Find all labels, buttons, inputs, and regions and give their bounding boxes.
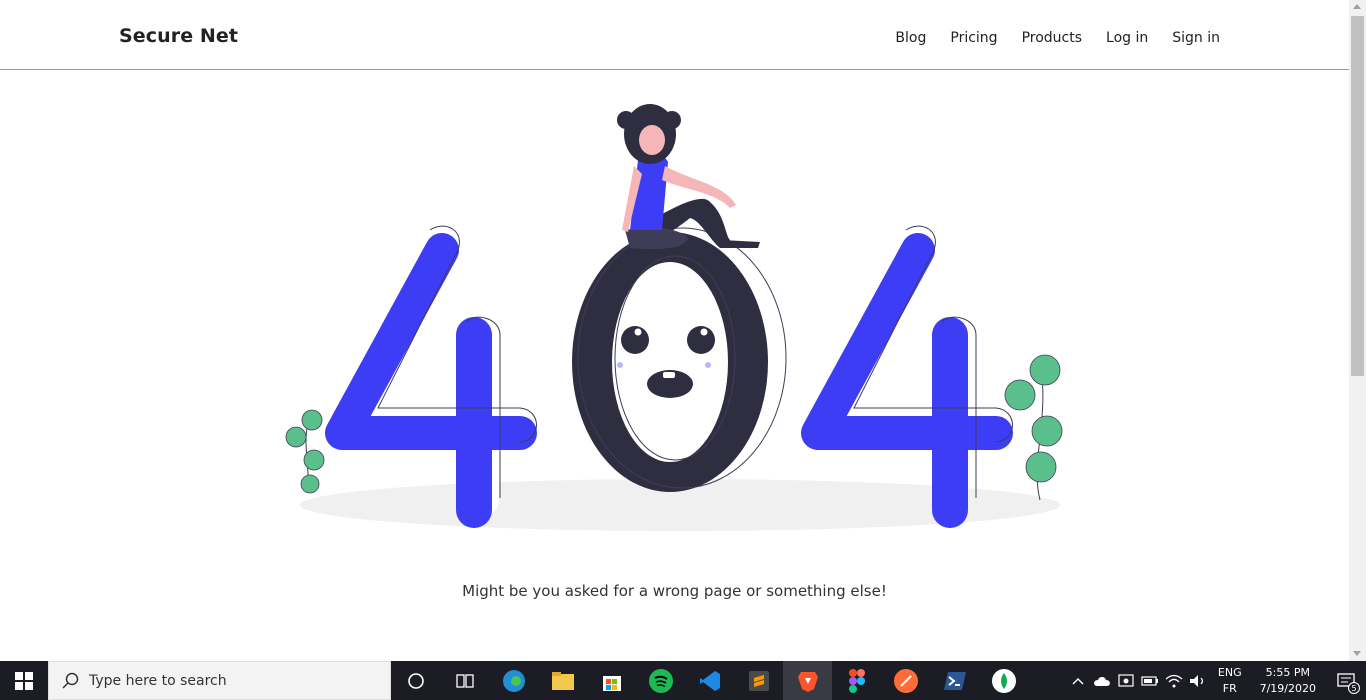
error-message: Might be you asked for a wrong page or s… xyxy=(462,582,887,600)
clock-time: 5:55 PM xyxy=(1265,665,1310,679)
page-scrollbar[interactable] xyxy=(1349,0,1366,661)
error-404-illustration xyxy=(285,104,1063,531)
figma-icon[interactable] xyxy=(832,661,881,700)
volume-icon[interactable] xyxy=(1186,661,1210,700)
security-icon[interactable] xyxy=(1114,661,1138,700)
digit-four-right xyxy=(801,233,1013,528)
nav-products[interactable]: Products xyxy=(1022,30,1082,46)
right-plant xyxy=(1004,354,1063,501)
nav-pricing[interactable]: Pricing xyxy=(950,30,997,46)
lang-primary: ENG xyxy=(1217,665,1242,679)
nav-login[interactable]: Log in xyxy=(1106,30,1148,46)
store-icon[interactable] xyxy=(587,661,636,700)
battery-icon[interactable] xyxy=(1138,661,1162,700)
input-language[interactable]: ENG FR xyxy=(1218,665,1242,697)
sublime-icon[interactable] xyxy=(734,661,783,700)
scroll-down-arrow-icon[interactable] xyxy=(1353,651,1361,656)
scroll-up-arrow-icon[interactable] xyxy=(1353,4,1361,9)
notification-count-badge: 5 xyxy=(1348,682,1360,694)
taskbar-search-box[interactable]: Type here to search xyxy=(48,661,391,700)
clock-date: 7/19/2020 xyxy=(1259,681,1316,695)
left-plant xyxy=(285,409,325,494)
start-button[interactable] xyxy=(0,661,48,700)
system-tray: ENG FR 5:55 PM 7/19/2020 5 xyxy=(1066,661,1366,700)
postman-icon[interactable] xyxy=(881,661,930,700)
mongodb-icon[interactable] xyxy=(979,661,1028,700)
chevron-up-icon[interactable] xyxy=(1066,661,1090,700)
lang-secondary: FR xyxy=(1222,681,1237,695)
brand-logo[interactable]: Secure Net xyxy=(119,25,238,47)
wifi-icon[interactable] xyxy=(1162,661,1186,700)
edge-icon[interactable] xyxy=(489,661,538,700)
spotify-icon[interactable] xyxy=(636,661,685,700)
nav-signin[interactable]: Sign in xyxy=(1172,30,1220,46)
scroll-thumb[interactable] xyxy=(1351,16,1364,376)
windows-logo-icon xyxy=(15,671,33,690)
cortana-icon[interactable] xyxy=(391,661,440,700)
search-placeholder: Type here to search xyxy=(89,672,227,689)
task-view-icon[interactable] xyxy=(440,661,489,700)
main-nav: Blog Pricing Products Log in Sign in xyxy=(871,30,1220,46)
powershell-icon[interactable] xyxy=(930,661,979,700)
onedrive-icon[interactable] xyxy=(1090,661,1114,700)
windows-taskbar: Type here to search ENG FR 5:55 PM 7/19/… xyxy=(0,661,1366,700)
file-explorer-icon[interactable] xyxy=(538,661,587,700)
notification-center-icon[interactable]: 5 xyxy=(1326,661,1366,700)
system-clock[interactable]: 5:55 PM 7/19/2020 xyxy=(1260,665,1316,697)
woman-figure xyxy=(617,104,760,249)
page: Secure Net Blog Pricing Products Log in … xyxy=(0,0,1366,700)
site-header: Secure Net Blog Pricing Products Log in … xyxy=(0,0,1349,70)
digit-zero xyxy=(572,227,787,492)
search-icon xyxy=(62,672,79,689)
nav-blog[interactable]: Blog xyxy=(895,30,926,46)
vscode-icon[interactable] xyxy=(685,661,734,700)
brave-icon[interactable] xyxy=(783,661,832,700)
